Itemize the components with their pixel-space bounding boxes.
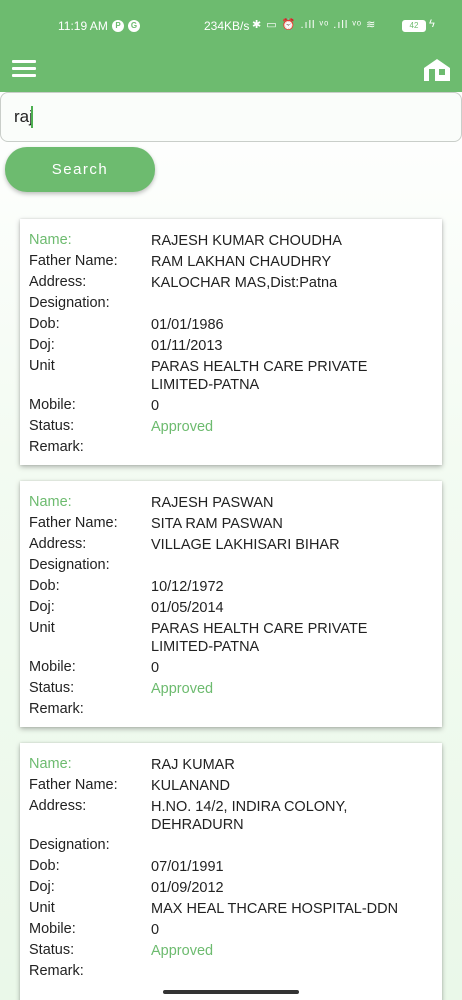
father-name-value: KULANAND xyxy=(151,778,230,794)
result-card[interactable]: Name: RAJ KUMAR Father Name: KULANAND Ad… xyxy=(20,743,442,1000)
app-bar: 11:19 AM P G 234KB/s ✱ ▭ ⏰ .ıll ᵛᵒ .ıll … xyxy=(0,0,462,92)
address-value: KALOCHAR MAS,Dist:Patna xyxy=(151,275,338,291)
doj-value: 01/05/2014 xyxy=(151,600,224,616)
result-card[interactable]: Name: RAJESH KUMAR CHOUDHA Father Name: … xyxy=(20,219,442,465)
name-label: Name: xyxy=(29,756,72,772)
father-name-value: SITA RAM PASWAN xyxy=(151,516,283,532)
father-name-label: Father Name: xyxy=(29,253,118,269)
status-value: Approved xyxy=(151,681,214,697)
home-icon[interactable] xyxy=(422,56,452,82)
status-value: Approved xyxy=(151,943,214,959)
search-button[interactable]: Search xyxy=(5,147,155,192)
dob-value: 01/01/1986 xyxy=(151,317,224,333)
unit-value: PARAS HEALTH CARE PRIVATE LIMITED-PATNA xyxy=(151,359,368,393)
address-label: Address: xyxy=(29,798,87,814)
status-time: 11:19 AM xyxy=(58,19,108,33)
unit-label: Unit xyxy=(29,620,55,636)
address-label: Address: xyxy=(29,274,87,290)
unit-label: Unit xyxy=(29,358,55,374)
battery-icon: 42 xyxy=(402,20,426,32)
remark-label: Remark: xyxy=(29,439,84,455)
status-value: Approved xyxy=(151,419,214,435)
father-name-value: RAM LAKHAN CHAUDHRY xyxy=(151,254,332,270)
mobile-label: Mobile: xyxy=(29,921,76,937)
dob-value: 07/01/1991 xyxy=(151,859,224,875)
name-label: Name: xyxy=(29,494,72,510)
mobile-value: 0 xyxy=(151,922,160,938)
doj-value: 01/09/2012 xyxy=(151,880,224,896)
status-icons: ✱ ▭ ⏰ .ıll ᵛᵒ .ıll ᵛᵒ ≋ xyxy=(252,19,377,31)
doj-label: Doj: xyxy=(29,599,55,615)
doj-value: 01/11/2013 xyxy=(151,338,223,354)
status-label: Status: xyxy=(29,680,75,696)
hamburger-menu-icon[interactable] xyxy=(12,60,36,78)
remark-label: Remark: xyxy=(29,701,84,717)
dob-label: Dob: xyxy=(29,578,60,594)
remark-label: Remark: xyxy=(29,963,84,979)
mobile-value: 0 xyxy=(151,660,160,676)
designation-label: Designation: xyxy=(29,837,110,853)
father-name-label: Father Name: xyxy=(29,515,118,531)
name-value: RAJESH PASWAN xyxy=(151,495,274,511)
mobile-label: Mobile: xyxy=(29,397,76,413)
text-caret xyxy=(31,106,33,128)
notification-icon: P xyxy=(112,20,124,32)
dob-label: Dob: xyxy=(29,858,60,874)
designation-label: Designation: xyxy=(29,295,110,311)
gesture-home-indicator[interactable] xyxy=(163,990,299,994)
charging-icon: ϟ xyxy=(429,18,435,30)
doj-label: Doj: xyxy=(29,337,55,353)
unit-value: MAX HEAL THCARE HOSPITAL-DDN xyxy=(151,901,399,917)
address-label: Address: xyxy=(29,536,87,552)
dob-value: 10/12/1972 xyxy=(151,579,224,595)
network-speed: 234KB/s xyxy=(204,19,250,33)
mobile-value: 0 xyxy=(151,398,160,414)
name-value: RAJ KUMAR xyxy=(151,757,235,773)
status-label: Status: xyxy=(29,418,75,434)
status-label: Status: xyxy=(29,942,75,958)
name-label: Name: xyxy=(29,232,72,248)
result-card[interactable]: Name: RAJESH PASWAN Father Name: SITA RA… xyxy=(20,481,442,727)
unit-label: Unit xyxy=(29,900,55,916)
search-input[interactable] xyxy=(0,92,462,142)
main-content: Search Name: RAJESH KUMAR CHOUDHA Father… xyxy=(0,92,462,1000)
unit-value: PARAS HEALTH CARE PRIVATE LIMITED-PATNA xyxy=(151,621,368,655)
notification-icon: G xyxy=(128,20,140,32)
mobile-label: Mobile: xyxy=(29,659,76,675)
designation-label: Designation: xyxy=(29,557,110,573)
address-value: H.NO. 14/2, INDIRA COLONY, DEHRADURN xyxy=(151,799,348,833)
status-bar: 11:19 AM P G 234KB/s ✱ ▭ ⏰ .ıll ᵛᵒ .ıll … xyxy=(0,0,462,48)
doj-label: Doj: xyxy=(29,879,55,895)
father-name-label: Father Name: xyxy=(29,777,118,793)
name-value: RAJESH KUMAR CHOUDHA xyxy=(151,233,342,249)
address-value: VILLAGE LAKHISARI BIHAR xyxy=(151,537,340,553)
dob-label: Dob: xyxy=(29,316,60,332)
